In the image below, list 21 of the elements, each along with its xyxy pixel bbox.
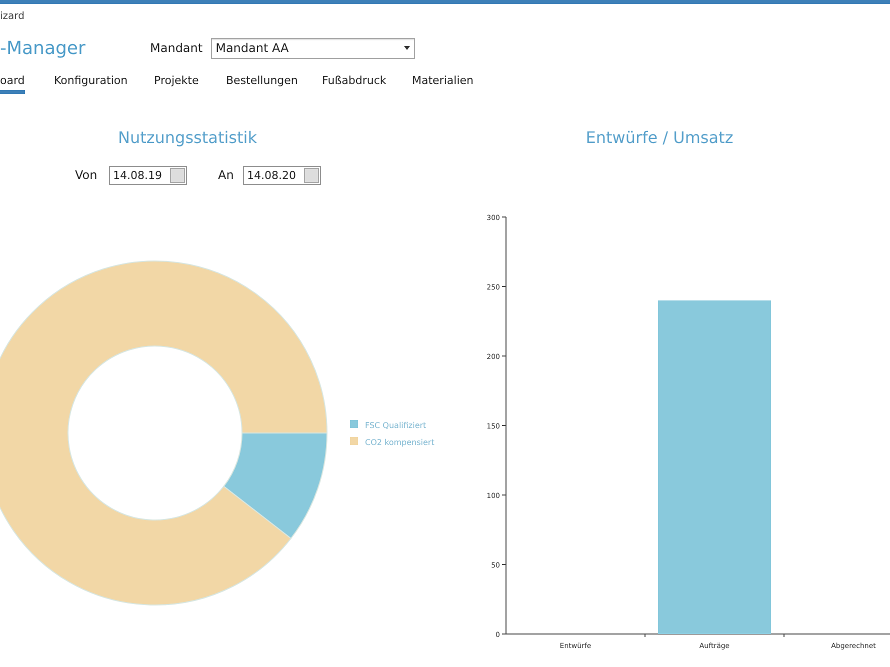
nav-tab[interactable]: Fußabdruck (322, 70, 386, 94)
nav-tab[interactable]: oard (0, 70, 25, 94)
to-label: An (218, 168, 235, 182)
legend-label: FSC Qualifiziert (365, 421, 426, 430)
date-field[interactable]: 14.08.20 (243, 166, 321, 184)
mandant-dropdown[interactable]: Mandant AA (210, 38, 415, 58)
panel-title: Entwürfe / Umsatz (586, 128, 734, 149)
date-field[interactable]: 14.08.19 (109, 166, 187, 184)
nav-tab[interactable]: Materialien (412, 70, 474, 94)
dropdown-icon (170, 168, 185, 182)
mandant-label: Mandant (150, 41, 203, 55)
dropdown-icon (304, 168, 319, 182)
dropdown-arrow-icon (404, 46, 410, 50)
nav-tab[interactable]: Bestellungen (226, 70, 298, 94)
from-label: Von (75, 168, 98, 182)
nav-tab[interactable]: Projekte (154, 70, 199, 94)
window-title: izard (0, 11, 26, 24)
legend-label: CO2 kompensiert (365, 438, 434, 447)
app-title: -Manager (0, 38, 86, 58)
panel-title: Nutzungsstatistik (118, 128, 257, 149)
nav-tab[interactable]: Konfiguration (54, 70, 128, 94)
